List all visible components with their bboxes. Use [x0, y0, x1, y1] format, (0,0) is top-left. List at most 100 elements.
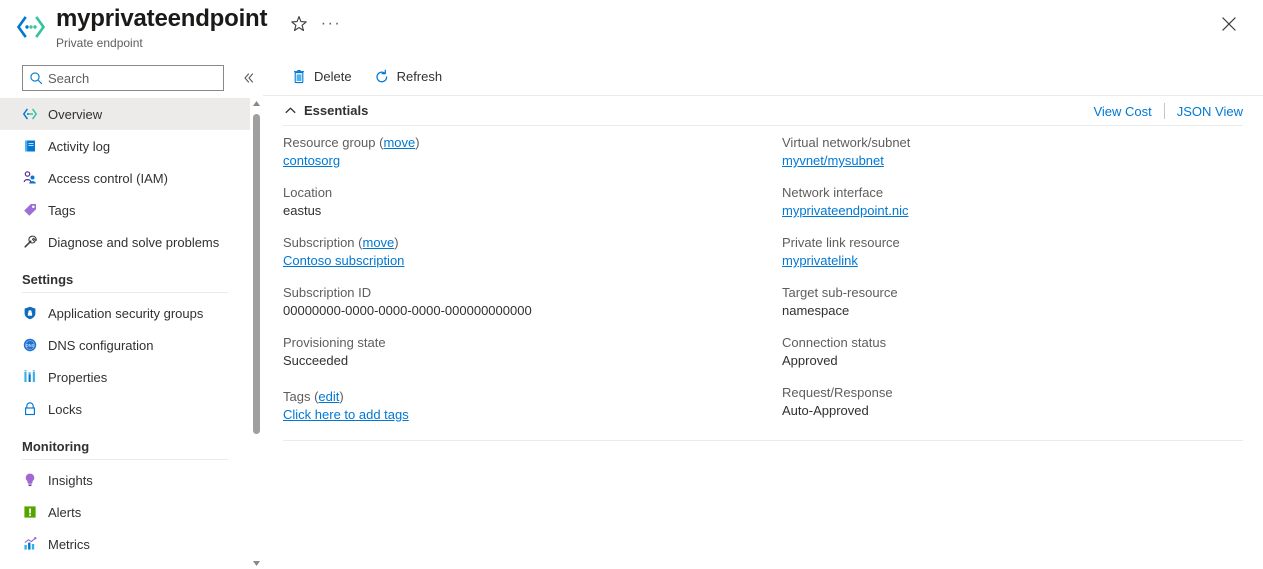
sidebar-item-diagnose[interactable]: Diagnose and solve problems — [0, 226, 250, 258]
essentials-title: Essentials — [304, 103, 369, 118]
resource-group-link[interactable]: contosorg — [283, 153, 340, 168]
scroll-down-arrow-icon[interactable] — [251, 558, 262, 569]
sidebar-item-application-security-groups[interactable]: Application security groups — [0, 297, 250, 329]
field-subscription: Subscription (move) Contoso subscription — [283, 234, 763, 270]
chevron-double-left-icon[interactable] — [238, 68, 258, 88]
field-value: Approved — [782, 353, 838, 368]
delete-button[interactable]: Delete — [283, 62, 360, 92]
svg-text:DNS: DNS — [26, 343, 35, 348]
sidebar-item-properties[interactable]: Properties — [0, 361, 250, 393]
scrollbar-thumb[interactable] — [253, 114, 260, 434]
essentials-links: View Cost JSON View — [1093, 103, 1243, 119]
page-title: myprivateendpoint — [56, 5, 268, 32]
main-content: Delete Refresh Essentials View Cost JSON… — [263, 58, 1263, 569]
field-label-text: Private link resource — [782, 235, 900, 250]
sidebar-item-access-control[interactable]: Access control (IAM) — [0, 162, 250, 194]
field-private-link-resource: Private link resource myprivatelink — [782, 234, 1242, 270]
field-connection-status: Connection status Approved — [782, 334, 1242, 370]
network-interface-link[interactable]: myprivateendpoint.nic — [782, 203, 908, 218]
view-cost-link[interactable]: View Cost — [1093, 104, 1151, 119]
sidebar-item-label: Metrics — [48, 536, 90, 552]
field-value: myprivatelink — [782, 252, 1242, 270]
field-value: myprivateendpoint.nic — [782, 202, 1242, 220]
json-view-link[interactable]: JSON View — [1177, 104, 1243, 119]
delete-button-label: Delete — [314, 69, 352, 84]
refresh-button[interactable]: Refresh — [366, 62, 451, 92]
sidebar-group-settings: Settings — [22, 272, 74, 287]
field-label-text: Resource group — [283, 135, 376, 150]
vnet-subnet-link[interactable]: myvnet/mysubnet — [782, 153, 884, 168]
page-subtitle: Private endpoint — [56, 36, 143, 50]
search-input[interactable] — [48, 70, 218, 86]
private-link-resource-link[interactable]: myprivatelink — [782, 253, 858, 268]
sidebar-item-locks[interactable]: Locks — [0, 393, 250, 425]
field-label-text: Provisioning state — [283, 335, 386, 350]
activity-log-icon — [22, 138, 38, 154]
lightbulb-icon — [22, 472, 38, 488]
sidebar-item-label: Access control (IAM) — [48, 170, 168, 186]
search-box[interactable] — [22, 65, 224, 91]
field-label-text: Location — [283, 185, 333, 200]
move-link[interactable]: move — [363, 235, 395, 250]
subscription-link[interactable]: Contoso subscription — [283, 253, 404, 268]
essentials-left-column: Resource group (move) contosorg Location… — [283, 134, 763, 384]
field-resource-group: Resource group (move) contosorg — [283, 134, 763, 170]
field-target-sub-resource: Target sub-resource namespace — [782, 284, 1242, 320]
sidebar-search-row — [0, 58, 263, 98]
essentials-toggle[interactable]: Essentials — [283, 103, 368, 118]
field-network-interface: Network interface myprivateendpoint.nic — [782, 184, 1242, 220]
sidebar-item-label: Alerts — [48, 504, 82, 520]
field-label: Subscription (move) — [283, 235, 399, 250]
sidebar-item-overview[interactable]: Overview — [0, 98, 250, 130]
azure-portal-blade: myprivateendpoint Private endpoint ··· S… — [0, 0, 1263, 569]
sidebar-item-metrics[interactable]: Metrics — [0, 528, 250, 560]
sidebar-item-label: Locks — [48, 401, 82, 417]
metrics-icon — [22, 536, 38, 552]
scroll-up-arrow-icon[interactable] — [251, 98, 262, 109]
field-location: Location eastus — [283, 184, 763, 220]
sidebar-scrollbar[interactable] — [250, 98, 263, 569]
dns-icon: DNS — [22, 337, 38, 353]
field-label-text: Subscription — [283, 235, 355, 250]
private-endpoint-icon — [16, 14, 46, 40]
field-subscription-id: Subscription ID 00000000-0000-0000-0000-… — [283, 284, 763, 320]
field-provisioning-state: Provisioning state Succeeded — [283, 334, 763, 370]
lock-icon — [22, 401, 38, 417]
tag-icon — [22, 202, 38, 218]
sidebar-item-alerts[interactable]: Alerts — [0, 496, 250, 528]
sidebar-group-monitoring: Monitoring — [22, 439, 90, 454]
sidebar-item-label: Diagnose and solve problems — [48, 234, 220, 250]
field-label-text: Connection status — [782, 335, 887, 350]
star-icon[interactable] — [288, 13, 310, 35]
field-label-text: Target sub-resource — [782, 285, 898, 300]
field-value: myvnet/mysubnet — [782, 152, 1242, 170]
sidebar-item-activity-log[interactable]: Activity log — [0, 130, 250, 162]
refresh-icon — [374, 69, 390, 85]
field-value: contosorg — [283, 152, 763, 170]
tags-block: Tags (edit) Click here to add tags — [283, 388, 1243, 424]
tags-value: Click here to add tags — [283, 406, 1243, 424]
field-label: Resource group (move) — [283, 135, 420, 150]
search-icon — [29, 71, 43, 85]
add-tags-link[interactable]: Click here to add tags — [283, 407, 409, 422]
sidebar-item-label: Tags — [48, 202, 76, 218]
title-block: myprivateendpoint Private endpoint — [56, 4, 268, 51]
sidebar-group-divider — [22, 292, 228, 293]
sidebar-item-tags[interactable]: Tags — [0, 194, 250, 226]
properties-icon — [22, 369, 38, 385]
sidebar-item-label: DNS configuration — [48, 337, 154, 353]
sidebar-group-divider — [22, 459, 228, 460]
sidebar-item-insights[interactable]: Insights — [0, 464, 250, 496]
sidebar-item-label: Overview — [48, 106, 103, 122]
blade-header: myprivateendpoint Private endpoint ··· — [0, 0, 1263, 58]
field-value: Contoso subscription — [283, 252, 763, 270]
sidebar-item-dns-configuration[interactable]: DNS DNS configuration — [0, 329, 250, 361]
field-value: namespace — [782, 303, 850, 318]
close-icon[interactable] — [1217, 12, 1241, 36]
field-virtual-network-subnet: Virtual network/subnet myvnet/mysubnet — [782, 134, 1242, 170]
move-link[interactable]: move — [383, 135, 415, 150]
ellipsis-icon[interactable]: ··· — [320, 13, 342, 35]
field-label-text: Virtual network/subnet — [782, 135, 911, 150]
field-value: eastus — [283, 203, 322, 218]
tags-edit-link[interactable]: edit — [318, 389, 339, 404]
